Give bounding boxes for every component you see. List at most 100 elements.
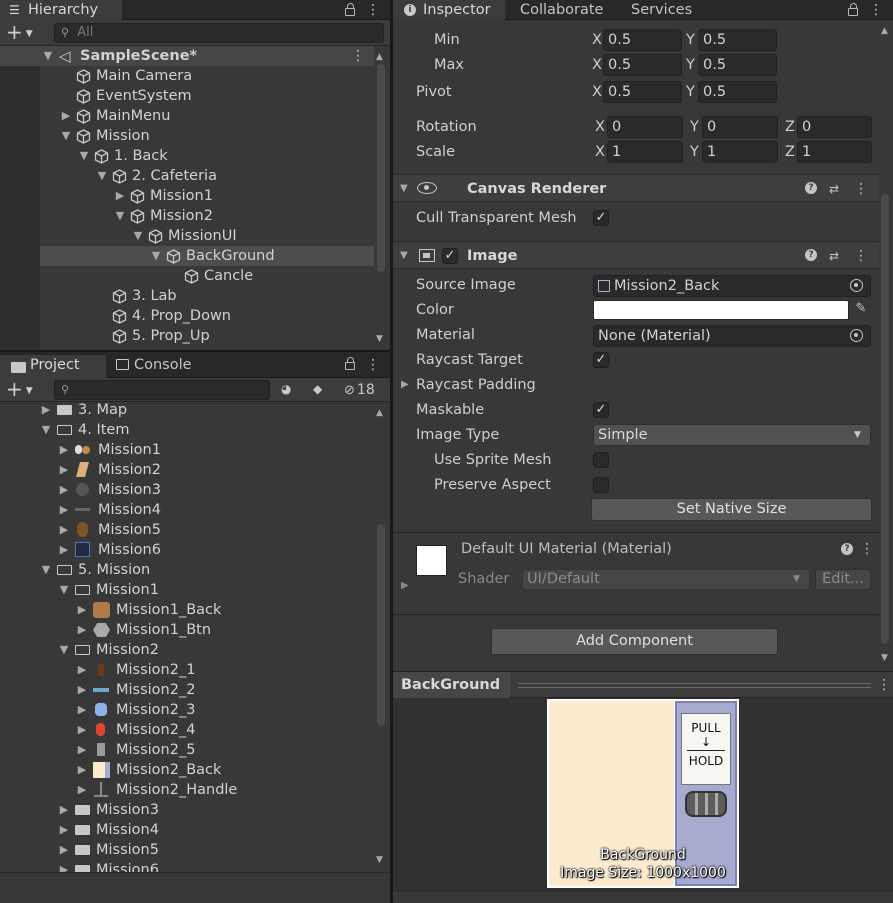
expand-triangle-icon[interactable]: ▼: [78, 146, 90, 166]
project-scroll-down[interactable]: ▼: [376, 855, 383, 865]
project-item[interactable]: ▼ 5. Mission: [0, 560, 374, 580]
project-scrollbar[interactable]: [377, 524, 385, 726]
component-menu-icon[interactable]: ⋮: [854, 179, 868, 199]
hierarchy-scroll-down[interactable]: ▼: [376, 334, 383, 344]
project-item[interactable]: ▶ Mission2: [0, 460, 374, 480]
collapse-triangle-icon[interactable]: ▶: [58, 800, 70, 820]
lock-icon[interactable]: [345, 3, 355, 16]
collapse-triangle-icon[interactable]: ▶: [58, 480, 70, 500]
hierarchy-search-input[interactable]: ⚲ All: [54, 23, 384, 43]
project-item[interactable]: ▶ Mission2_4: [0, 720, 374, 740]
hierarchy-item[interactable]: ▼ MissionUI: [40, 226, 374, 246]
collapse-triangle-icon[interactable]: ▶: [114, 186, 126, 206]
collapse-triangle-icon[interactable]: ▶: [58, 540, 70, 560]
image-enabled-checkbox[interactable]: ✓: [442, 248, 458, 264]
hierarchy-item[interactable]: 3. Lab: [40, 286, 374, 306]
project-item[interactable]: ▶ Mission1_Back: [0, 600, 374, 620]
expand-triangle-icon[interactable]: ▼: [58, 580, 70, 600]
hierarchy-scroll-up[interactable]: ▲: [376, 52, 383, 62]
material-field[interactable]: None (Material): [593, 325, 871, 347]
project-item[interactable]: ▶ Mission1_Btn: [0, 620, 374, 640]
foldout-triangle-icon[interactable]: ▼: [400, 175, 408, 203]
collapse-triangle-icon[interactable]: ▶: [58, 500, 70, 520]
object-picker-icon[interactable]: [850, 279, 863, 292]
collapse-triangle-icon[interactable]: ▶: [40, 400, 52, 420]
hierarchy-item[interactable]: EventSystem: [40, 86, 374, 106]
anchors-max-y-field[interactable]: 0.5: [698, 54, 777, 76]
add-dropdown-button[interactable]: + ▼: [6, 22, 42, 42]
more-options-icon[interactable]: ⋮: [869, 0, 883, 20]
project-item[interactable]: ▶ Mission2_3: [0, 700, 374, 720]
lock-icon[interactable]: [345, 357, 355, 370]
expand-triangle-icon[interactable]: ▼: [42, 46, 54, 66]
tab-hierarchy[interactable]: ☰ Hierarchy: [0, 0, 122, 20]
image-component-header[interactable]: ▼ ✓ Image ? ⇄ ⋮: [393, 241, 879, 269]
project-item[interactable]: ▶ Mission3: [0, 480, 374, 500]
project-item[interactable]: ▶ Mission4: [0, 500, 374, 520]
anchors-min-y-field[interactable]: 0.5: [698, 29, 777, 51]
collapse-triangle-icon[interactable]: ▶: [76, 700, 88, 720]
project-scroll-up[interactable]: ▲: [376, 408, 383, 418]
project-item[interactable]: ▼ Mission1: [0, 580, 374, 600]
collapse-triangle-icon[interactable]: ▶: [76, 680, 88, 700]
hierarchy-item[interactable]: Cancle: [40, 266, 374, 286]
anchors-min-x-field[interactable]: 0.5: [603, 29, 682, 51]
color-swatch[interactable]: [593, 300, 849, 320]
hidden-packages-toggle[interactable]: ⊘ 18: [344, 380, 386, 400]
hierarchy-item[interactable]: ▼ Mission2: [40, 206, 374, 226]
project-item[interactable]: ▼ Mission2: [0, 640, 374, 660]
canvas-renderer-header[interactable]: ▼ Canvas Renderer ? ⇄ ⋮: [393, 174, 879, 202]
help-icon[interactable]: ?: [805, 182, 817, 194]
collapse-triangle-icon[interactable]: ▶: [76, 740, 88, 760]
tab-collaborate[interactable]: Collaborate: [510, 0, 613, 20]
hierarchy-item[interactable]: ▶ Mission1: [40, 186, 374, 206]
expand-triangle-icon[interactable]: ▼: [96, 166, 108, 186]
expand-triangle-icon[interactable]: ▼: [114, 206, 126, 226]
collapse-triangle-icon[interactable]: ▶: [76, 660, 88, 680]
hierarchy-item[interactable]: 4. Prop_Down: [40, 306, 374, 326]
tab-console[interactable]: Console: [108, 355, 202, 375]
collapse-triangle-icon[interactable]: ▶: [76, 760, 88, 780]
material-menu-icon[interactable]: ⋮: [860, 539, 874, 559]
hierarchy-item[interactable]: ▼ 2. Cafeteria: [40, 166, 374, 186]
object-picker-icon[interactable]: [850, 329, 863, 342]
rotation-z-field[interactable]: 0: [797, 116, 872, 138]
add-component-button[interactable]: Add Component: [491, 628, 778, 655]
collapse-triangle-icon[interactable]: ▶: [58, 520, 70, 540]
collapse-triangle-icon[interactable]: ▶: [76, 720, 88, 740]
shader-edit-button[interactable]: Edit...: [815, 569, 871, 590]
inspector-scroll-down[interactable]: ▼: [881, 653, 888, 663]
pivot-x-field[interactable]: 0.5: [603, 81, 682, 103]
hierarchy-item[interactable]: ▼ BackGround: [40, 246, 374, 266]
project-item[interactable]: ▶ Mission6: [0, 540, 374, 560]
scene-menu-icon[interactable]: ⋮: [351, 46, 365, 66]
create-dropdown-button[interactable]: + ▼: [6, 379, 42, 399]
project-item[interactable]: ▶ Mission2_1: [0, 660, 374, 680]
collapse-triangle-icon[interactable]: ▶: [58, 820, 70, 840]
pivot-y-field[interactable]: 0.5: [698, 81, 777, 103]
collapse-triangle-icon[interactable]: ▶: [60, 106, 72, 126]
inspector-scrollbar[interactable]: [881, 194, 889, 644]
component-menu-icon[interactable]: ⋮: [854, 246, 868, 266]
more-options-icon[interactable]: ⋮: [366, 0, 380, 20]
search-by-type-icon[interactable]: ◕: [281, 382, 297, 398]
scale-y-field[interactable]: 1: [702, 141, 778, 163]
expand-triangle-icon[interactable]: ▼: [58, 640, 70, 660]
project-item[interactable]: ▶ 3. Map: [0, 400, 374, 420]
eyedropper-icon[interactable]: ✎: [852, 301, 870, 319]
help-icon[interactable]: ?: [805, 249, 817, 261]
inspector-scroll-up[interactable]: ▲: [881, 26, 888, 36]
hierarchy-item[interactable]: 5. Prop_Up: [40, 326, 374, 346]
preserve-aspect-checkbox[interactable]: [593, 477, 609, 493]
tab-inspector[interactable]: i Inspector: [393, 0, 505, 20]
use-sprite-mesh-checkbox[interactable]: [593, 452, 609, 468]
raycast-padding-label[interactable]: Raycast Padding: [416, 373, 536, 397]
collapse-triangle-icon[interactable]: ▶: [76, 780, 88, 800]
hierarchy-item[interactable]: ▼ Mission: [40, 126, 374, 146]
anchors-max-x-field[interactable]: 0.5: [603, 54, 682, 76]
expand-triangle-icon[interactable]: ▼: [150, 246, 162, 266]
hierarchy-item[interactable]: Main Camera: [40, 66, 374, 86]
lock-icon[interactable]: [848, 3, 858, 16]
material-foldout-icon[interactable]: ▶: [401, 580, 409, 591]
preview-title-dropdown[interactable]: BackGround ▼: [393, 672, 510, 718]
